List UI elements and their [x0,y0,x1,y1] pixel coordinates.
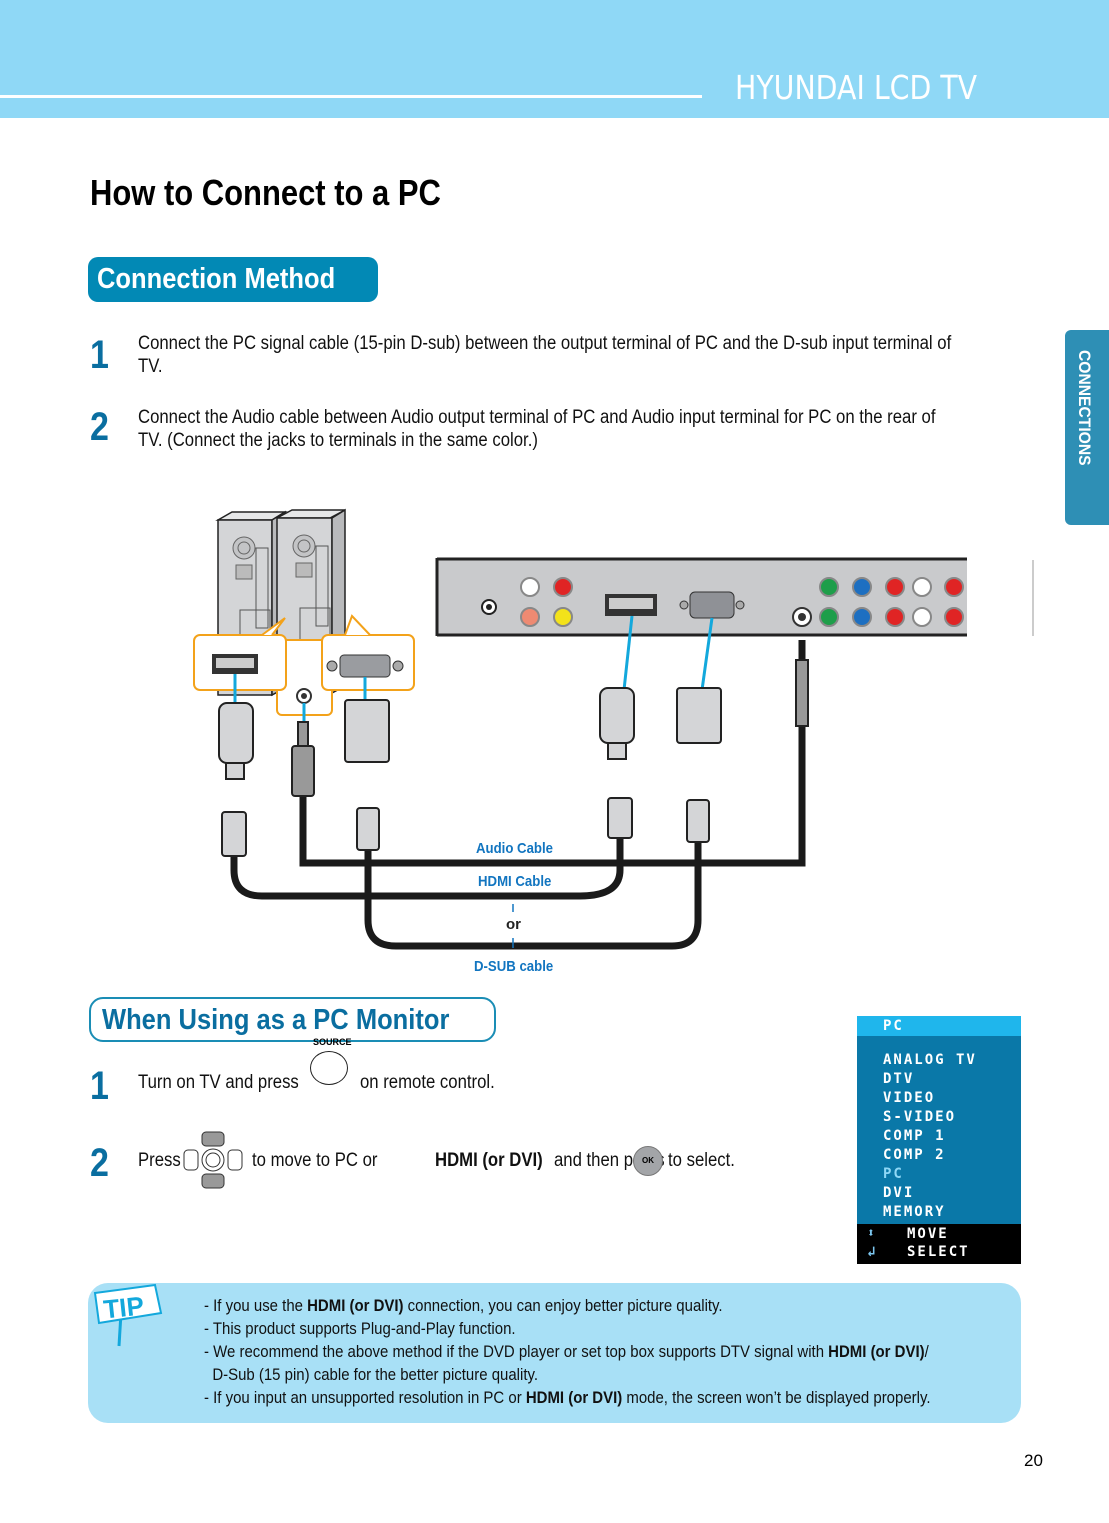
section-heading-text: Connection Method [97,263,336,295]
step-text-line: TV. [138,356,163,377]
brand-title: HYUNDAI LCD TV [735,68,978,107]
tv-rear-panel [435,557,1034,637]
section-heading-pc-monitor: When Using as a PC Monitor [89,997,496,1042]
source-button-label: SOURCE [313,1037,352,1047]
header-band: HYUNDAI LCD TV [0,0,1109,118]
section-heading-text: When Using as a PC Monitor [102,1004,450,1036]
tip-line: - If you input an unsupported resolution… [204,1388,931,1407]
enter-icon: ↲ [867,1244,878,1260]
page-number: 20 [1024,1451,1043,1470]
osd-menu-item[interactable]: MEMORY [883,1204,946,1220]
osd-menu-item[interactable]: VIDEO [883,1090,935,1106]
tip-badge-text: TIP [102,1290,145,1324]
osd-menu-footer: ⬍ MOVE ↲ SELECT [857,1224,1021,1264]
osd-footer-move: MOVE [907,1226,949,1242]
source-button-icon [310,1051,348,1085]
osd-footer-select: SELECT [907,1244,970,1260]
side-tab-text: CONNECTIONS [1075,350,1094,466]
step-text: to move to PC or [252,1150,378,1171]
step-text-line: Connect the Audio cable between Audio ou… [138,407,936,428]
hdmi-cable-label: HDMI Cable [478,873,552,890]
connection-diagram [193,508,1034,950]
dsub-plug-icon [344,687,722,851]
osd-menu-item[interactable]: S-VIDEO [883,1109,956,1125]
osd-menu-item-selected[interactable]: PC [883,1166,904,1182]
tip-line: - This product supports Plug-and-Play fu… [204,1319,516,1338]
step-number: 1 [90,1064,109,1108]
osd-source-menu: PC ANALOG TV DTV VIDEO S-VIDEO COMP 1 CO… [857,1016,1021,1264]
step-text: Turn on TV and press [138,1072,299,1093]
step-number: 2 [90,405,109,449]
step-text-line: Connect the PC signal cable (15-pin D-su… [138,333,952,354]
tip-line: D-Sub (15 pin) cable for the better pict… [204,1365,539,1384]
osd-menu-item[interactable]: COMP 1 [883,1128,946,1144]
tip-sign-icon: TIP [93,1283,163,1347]
side-tab-label: CONNECTIONS [1066,350,1106,510]
tip-line: - If you use the HDMI (or DVI) connectio… [204,1296,723,1315]
step-text: to select. [668,1150,735,1171]
tip-line: - We recommend the above method if the D… [204,1342,929,1361]
step-number: 1 [90,333,109,377]
ok-button-icon: OK [633,1146,663,1176]
step-number: 2 [90,1141,109,1185]
osd-menu-item[interactable]: DTV [883,1071,914,1087]
step-text: Press [138,1150,181,1171]
osd-menu-item[interactable]: ANALOG TV [883,1052,977,1068]
page-title: How to Connect to a PC [90,172,441,213]
osd-menu-title: PC [883,1018,904,1034]
step-text: on remote control. [360,1072,495,1093]
osd-menu-item[interactable]: COMP 2 [883,1147,946,1163]
osd-menu-item[interactable]: DVI [883,1185,914,1201]
up-down-arrows-icon: ⬍ [867,1226,877,1241]
or-label: or [506,916,521,933]
step-text-line: TV. (Connect the jacks to terminals in t… [138,430,538,451]
section-heading-connection-method: Connection Method [88,257,378,302]
osd-menu-header [857,1016,1021,1036]
step-text-bold: HDMI (or DVI) [435,1150,543,1171]
dsub-cable-label: D-SUB cable [474,958,554,975]
audio-cable-label: Audio Cable [476,840,554,857]
dpad-icon [183,1131,243,1189]
header-rule [0,95,702,98]
